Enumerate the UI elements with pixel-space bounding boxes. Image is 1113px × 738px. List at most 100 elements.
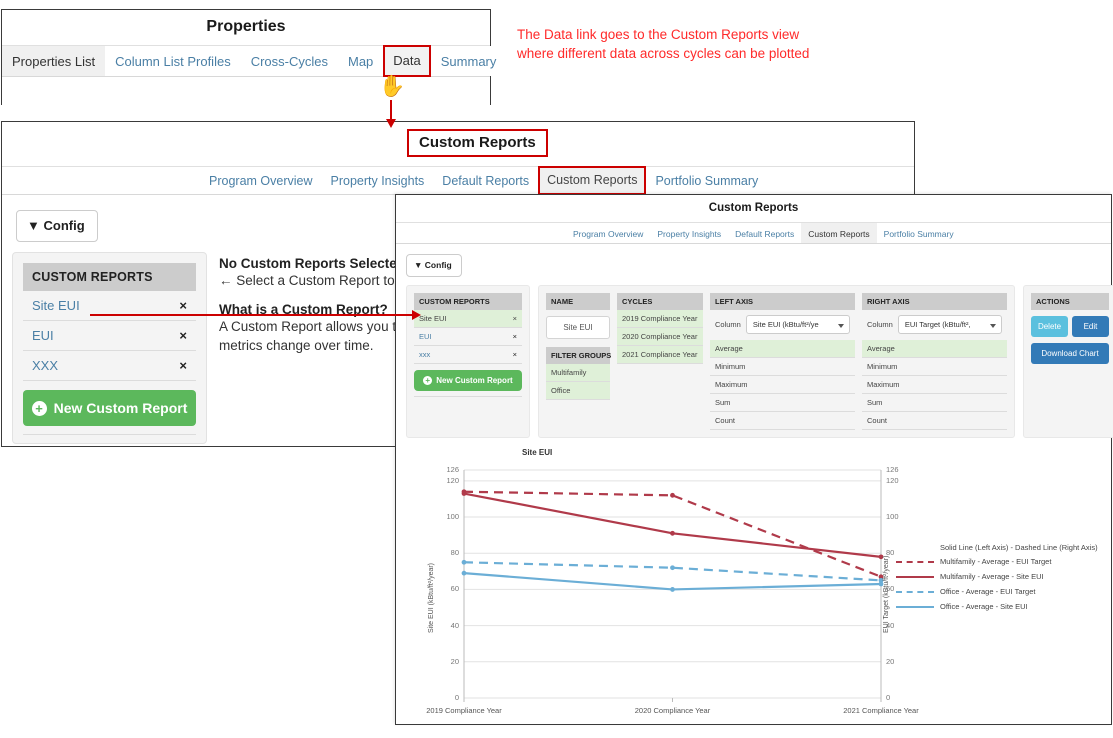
- properties-window: Properties Properties List Column List P…: [1, 9, 507, 106]
- site-eui-chart: Site EUI Site EUI (kBtu/ft²/year) EUI Ta…: [396, 448, 1113, 733]
- custom-reports-list-group: CUSTOM REPORTS Site EUI × EUI × xxx × + …: [406, 285, 530, 438]
- new-custom-report-button-front[interactable]: + New Custom Report: [414, 370, 522, 391]
- list-item[interactable]: EUI ×: [23, 321, 196, 351]
- tab-map[interactable]: Map: [338, 46, 384, 76]
- chart-x-tick: 2019 Compliance Year: [426, 706, 502, 715]
- tab-column-list-profiles[interactable]: Column List Profiles: [105, 46, 241, 76]
- left-axis-header: LEFT AXIS: [710, 293, 855, 310]
- tab-property-insights-front[interactable]: Property Insights: [650, 223, 729, 243]
- empty-state-body-2a: A Custom Report allows you to: [219, 319, 404, 334]
- list-item-label: Site EUI: [419, 314, 447, 323]
- edit-button[interactable]: Edit: [1072, 316, 1109, 337]
- custom-reports-front-tabbar: Program Overview Property Insights Defau…: [396, 222, 1111, 244]
- left-axis-column-select[interactable]: Site EUI (kBtu/ft²/ye: [745, 315, 850, 334]
- tab-default-reports-front[interactable]: Default Reports: [728, 223, 802, 243]
- tab-properties-list[interactable]: Properties List: [2, 46, 106, 76]
- filter-group-item[interactable]: Multifamily: [546, 364, 610, 382]
- list-item[interactable]: xxx ×: [414, 346, 522, 364]
- right-axis-aggregation[interactable]: Minimum: [862, 358, 1007, 376]
- chart-x-tick: 2020 Compliance Year: [634, 706, 711, 715]
- config-toggle-button-front[interactable]: ▼ Config: [406, 254, 462, 277]
- chart-title: Site EUI: [522, 448, 553, 457]
- left-axis-aggregation[interactable]: Sum: [710, 394, 855, 412]
- report-config-group: NAME Site EUI FILTER GROUPS Multifamily …: [538, 285, 1015, 438]
- cycle-item[interactable]: 2019 Compliance Year: [617, 310, 703, 328]
- left-axis-aggregation[interactable]: Maximum: [710, 376, 855, 394]
- list-item[interactable]: EUI ×: [414, 328, 522, 346]
- empty-state-body-2b: metrics change over time.: [219, 338, 374, 353]
- chart-y-tick: 20: [450, 656, 459, 666]
- tab-property-insights[interactable]: Property Insights: [321, 167, 434, 194]
- right-axis-aggregation[interactable]: Maximum: [862, 376, 1007, 394]
- left-axis-aggregation[interactable]: Minimum: [710, 358, 855, 376]
- chart-y-tick: 120: [446, 475, 459, 485]
- custom-reports-column-header: CUSTOM REPORTS: [414, 293, 522, 310]
- list-item[interactable]: Site EUI ×: [414, 310, 522, 328]
- remove-icon[interactable]: ×: [179, 328, 187, 343]
- list-item-label: xxx: [419, 350, 431, 359]
- annotation-text: The Data link goes to the Custom Reports…: [517, 27, 810, 61]
- legend-swatch: [896, 575, 934, 578]
- tab-program-overview[interactable]: Program Overview: [200, 167, 322, 194]
- chart-y-tick: 126: [446, 465, 459, 474]
- cycles-column-header: CYCLES: [617, 293, 703, 310]
- tab-portfolio-summary[interactable]: Portfolio Summary: [646, 167, 768, 194]
- custom-reports-column: CUSTOM REPORTS Site EUI × EUI × xxx × + …: [414, 293, 522, 430]
- chart-y-tick: 126: [886, 465, 899, 474]
- custom-reports-window-front: Custom Reports Program Overview Property…: [395, 194, 1113, 725]
- legend-label: Office - Average - EUI Target: [940, 587, 1036, 596]
- tab-custom-reports-front[interactable]: Custom Reports: [801, 223, 877, 243]
- tab-summary[interactable]: Summary: [430, 46, 507, 76]
- legend-swatch: [896, 590, 934, 593]
- tab-cross-cycles[interactable]: Cross-Cycles: [240, 46, 338, 76]
- list-item-label: EUI: [419, 332, 432, 341]
- chart-legend-title: Solid Line (Left Axis) - Dashed Line (Ri…: [940, 543, 1098, 552]
- tab-portfolio-summary-front[interactable]: Portfolio Summary: [876, 223, 961, 243]
- name-column-header: NAME: [546, 293, 610, 310]
- legend-item: Office - Average - Site EUI: [896, 602, 1098, 611]
- chart-y-tick: 0: [454, 693, 459, 702]
- chevron-down-icon: ▼: [414, 260, 423, 270]
- right-axis-aggregation[interactable]: Count: [862, 412, 1007, 430]
- right-axis-aggregation[interactable]: Average: [862, 340, 1007, 358]
- filter-group-item[interactable]: Office: [546, 382, 610, 400]
- list-item[interactable]: XXX ×: [23, 351, 196, 381]
- left-axis-aggregation[interactable]: Average: [710, 340, 855, 358]
- chart-y-tick: 40: [886, 620, 895, 630]
- right-axis-header: RIGHT AXIS: [862, 293, 1007, 310]
- cycles-column: CYCLES 2019 Compliance Year 2020 Complia…: [617, 293, 703, 430]
- left-axis-column: LEFT AXIS Column Site EUI (kBtu/ft²/ye A…: [710, 293, 855, 430]
- remove-icon[interactable]: ×: [179, 298, 187, 313]
- remove-icon[interactable]: ×: [513, 314, 517, 323]
- actions-header: ACTIONS: [1031, 293, 1109, 310]
- custom-reports-front-title: Custom Reports: [708, 202, 799, 214]
- legend-item: Multifamily - Average - EUI Target: [896, 557, 1098, 566]
- tab-program-overview-front[interactable]: Program Overview: [566, 223, 651, 243]
- cycle-item[interactable]: 2020 Compliance Year: [617, 328, 703, 346]
- download-chart-button[interactable]: Download Chart: [1031, 343, 1109, 364]
- actions-column: ACTIONS Delete Edit Download Chart: [1031, 293, 1109, 430]
- list-item-label: EUI: [32, 328, 54, 343]
- right-axis-aggregation[interactable]: Sum: [862, 394, 1007, 412]
- new-custom-report-button-back[interactable]: + New Custom Report: [23, 390, 196, 426]
- tab-data[interactable]: Data: [383, 45, 431, 77]
- remove-icon[interactable]: ×: [513, 332, 517, 341]
- new-custom-report-label-back: New Custom Report: [53, 400, 188, 416]
- remove-icon[interactable]: ×: [179, 358, 187, 373]
- list-divider: [23, 434, 196, 435]
- chart-y-tick: 80: [450, 548, 459, 558]
- config-label-back: Config: [43, 218, 85, 233]
- cycle-item[interactable]: 2021 Compliance Year: [617, 346, 703, 364]
- right-axis-column-label: Column: [867, 320, 893, 329]
- chart-x-tick: 2021 Compliance Year: [843, 706, 919, 715]
- list-item[interactable]: Site EUI ×: [23, 291, 196, 321]
- tab-custom-reports[interactable]: Custom Reports: [538, 166, 647, 195]
- config-toggle-button-back[interactable]: ▼ Config: [16, 210, 98, 242]
- tab-default-reports[interactable]: Default Reports: [433, 167, 539, 194]
- right-axis-column: RIGHT AXIS Column EUI Target (kBtu/ft², …: [862, 293, 1007, 430]
- report-name-field[interactable]: Site EUI: [546, 316, 610, 339]
- right-axis-column-select[interactable]: EUI Target (kBtu/ft²,: [897, 315, 1002, 334]
- left-axis-aggregation[interactable]: Count: [710, 412, 855, 430]
- remove-icon[interactable]: ×: [513, 350, 517, 359]
- delete-button[interactable]: Delete: [1031, 316, 1068, 337]
